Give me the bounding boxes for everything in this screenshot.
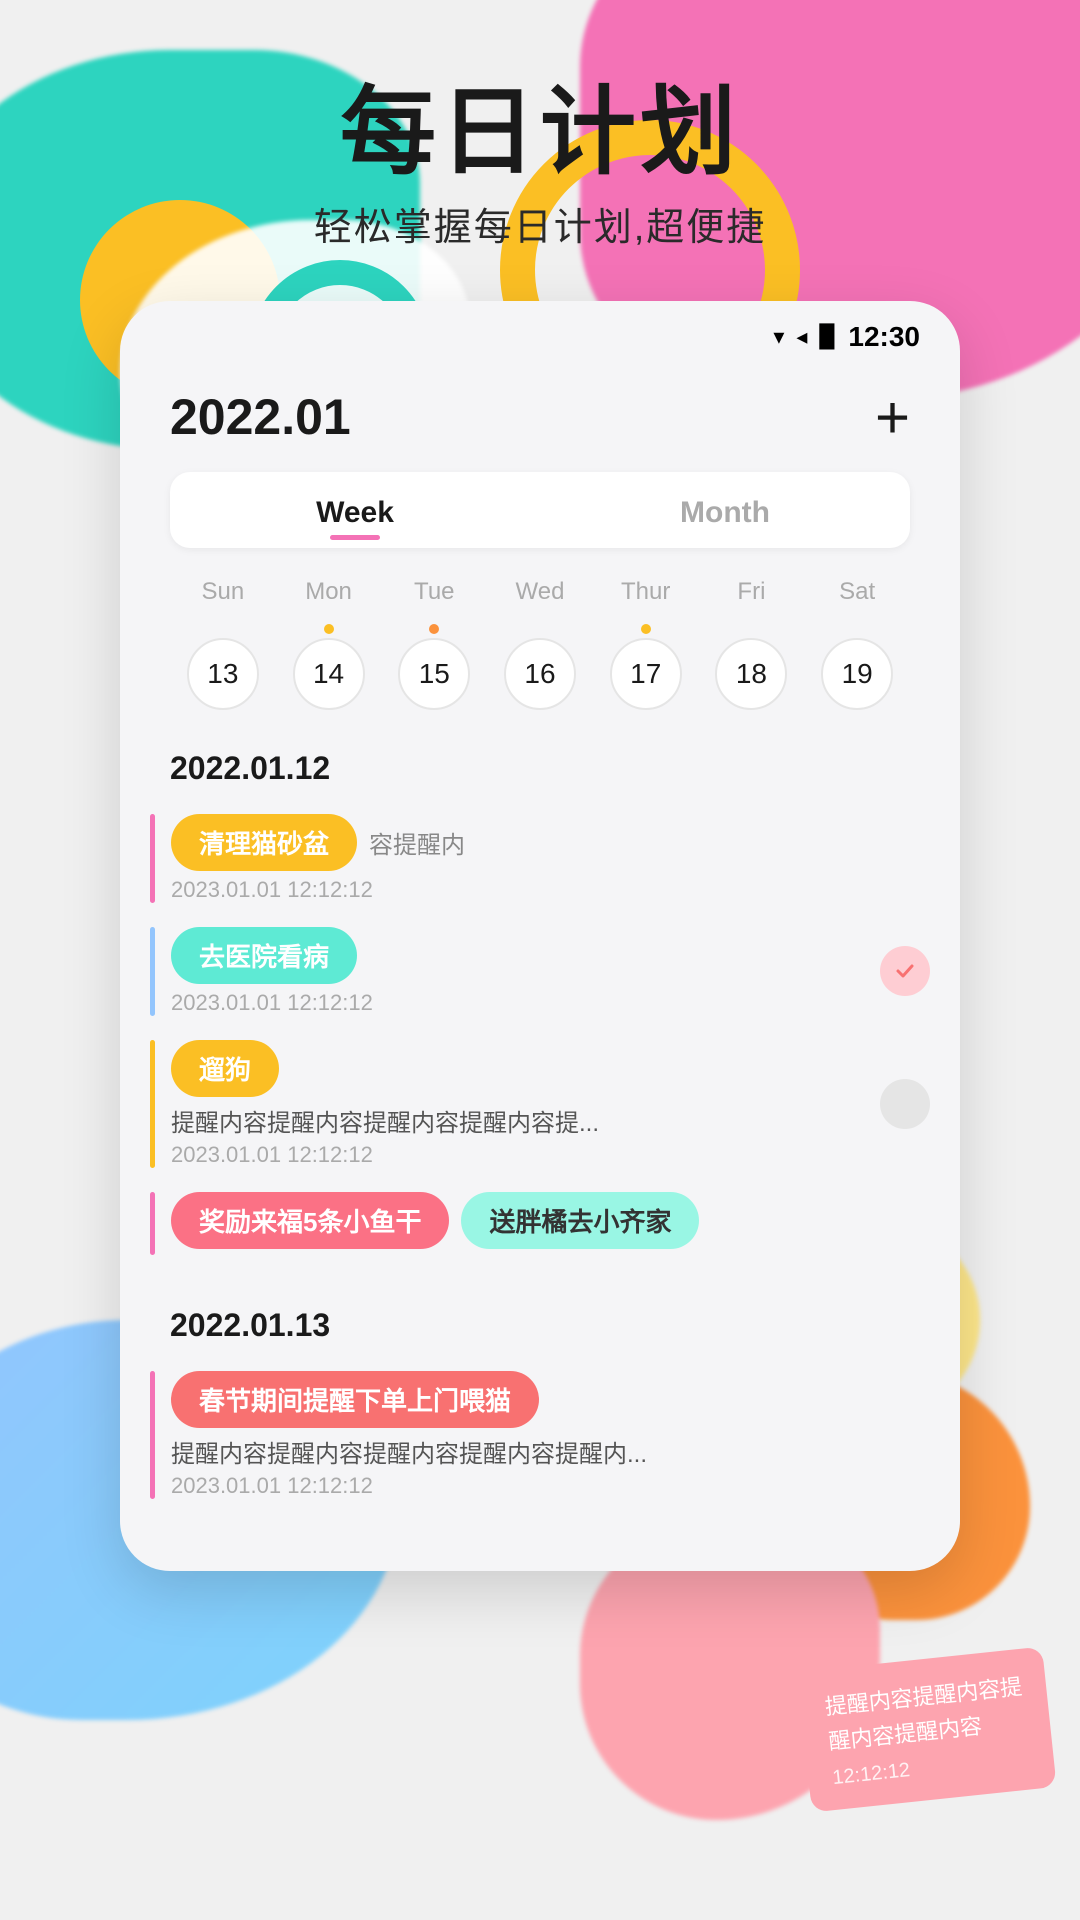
day-dot-13 [218,624,228,634]
task-tags-4: 奖励来福5条小鱼干 送胖橘去小齐家 [171,1192,930,1249]
day-cell-17[interactable]: 17 [593,624,699,710]
task-tags-3: 遛狗 [171,1040,864,1097]
tab-week-underline [330,535,380,540]
day-numbers-row: 13 14 15 16 17 18 19 [120,616,960,730]
day-header-mon: Mon [276,568,382,616]
tab-month[interactable]: Month [540,472,910,548]
day-cell-14[interactable]: 14 [276,624,382,710]
phone-card: ▾ ◂ ▉ 12:30 2022.01 + Week Month Sun Mon… [120,301,960,1571]
tab-week[interactable]: Week [170,472,540,548]
task-meta-1: 2023.01.01 12:12:12 [171,877,930,903]
day-headers-row: Sun Mon Tue Wed Thur Fri Sat [120,558,960,616]
day-number-18: 18 [715,638,787,710]
task-tag-3-1: 遛狗 [171,1040,279,1097]
task-line-2 [150,927,155,1016]
day-number-15: 15 [398,638,470,710]
day-cell-18[interactable]: 18 [699,624,805,710]
bottom-strip: 提醒内容提醒内容提醒内容提醒内容 12:12:12 [797,1646,1056,1812]
tab-week-label: Week [316,496,394,529]
task-line-1 [150,814,155,903]
task-content-1: 清理猫砂盆 容提醒内 2023.01.01 12:12:12 [171,814,930,903]
task-check-icon-2 [880,946,930,996]
task-tag-5-1: 春节期间提醒下单上门喂猫 [171,1371,539,1428]
day-cell-19[interactable]: 19 [804,624,910,710]
checkmark-icon [893,959,917,983]
task-check-empty-3 [880,1079,930,1129]
day-cell-16[interactable]: 16 [487,624,593,710]
calendar-header: 2022.01 + [120,363,960,462]
day-header-tue: Tue [381,568,487,616]
task-content-2: 去医院看病 2023.01.01 12:12:12 [171,927,864,1016]
task-line-5 [150,1371,155,1499]
view-tabs: Week Month [170,472,910,548]
task-tag-4-2: 送胖橘去小齐家 [461,1192,699,1249]
section-date-1: 2022.01.12 [120,730,960,802]
day-header-sat: Sat [804,568,910,616]
task-tags-5: 春节期间提醒下单上门喂猫 [171,1371,930,1428]
day-number-14: 14 [293,638,365,710]
task-row-2[interactable]: 去医院看病 2023.01.01 12:12:12 [120,915,960,1028]
task-row-5[interactable]: 春节期间提醒下单上门喂猫 提醒内容提醒内容提醒内容提醒内容提醒内... 2023… [120,1359,960,1511]
task-meta-3: 2023.01.01 12:12:12 [171,1142,864,1168]
calendar-current-date: 2022.01 [170,388,351,446]
task-content-5: 春节期间提醒下单上门喂猫 提醒内容提醒内容提醒内容提醒内容提醒内... 2023… [171,1371,930,1499]
task-tag-1-1: 清理猫砂盆 [171,814,357,871]
signal-icon: ◂ [796,324,807,350]
status-bar: ▾ ◂ ▉ 12:30 [120,301,960,363]
day-dot-18 [746,624,756,634]
day-dot-14 [324,624,334,634]
day-header-sun: Sun [170,568,276,616]
day-header-fri: Fri [699,568,805,616]
task-row-4[interactable]: 奖励来福5条小鱼干 送胖橘去小齐家 [120,1180,960,1267]
add-event-button[interactable]: + [875,383,910,452]
task-tag-2-1: 去医院看病 [171,927,357,984]
task-list-section-1: 清理猫砂盆 容提醒内 2023.01.01 12:12:12 去医院看病 202… [120,802,960,1287]
task-tag-1-overflow: 容提醒内 [369,825,465,860]
task-tag-4-1: 奖励来福5条小鱼干 [171,1192,449,1249]
task-meta-5: 2023.01.01 12:12:12 [171,1473,930,1499]
task-desc-5: 提醒内容提醒内容提醒内容提醒内容提醒内... [171,1434,930,1469]
battery-icon: ▉ [819,324,836,350]
task-content-4: 奖励来福5条小鱼干 送胖橘去小齐家 [171,1192,930,1255]
day-cell-13[interactable]: 13 [170,624,276,710]
header: 每日计划 轻松掌握每日计划,超便捷 [0,0,1080,271]
task-list-section-2: 春节期间提醒下单上门喂猫 提醒内容提醒内容提醒内容提醒内容提醒内... 2023… [120,1359,960,1531]
day-cell-15[interactable]: 15 [381,624,487,710]
app-title: 每日计划 [0,80,1080,186]
day-number-13: 13 [187,638,259,710]
day-header-wed: Wed [487,568,593,616]
wifi-icon: ▾ [773,324,784,350]
bottom-strip-text: 提醒内容提醒内容提醒内容提醒内容 [823,1669,1027,1760]
bottom-spacer [120,1531,960,1571]
day-dot-15 [429,624,439,634]
task-row-3[interactable]: 遛狗 提醒内容提醒内容提醒内容提醒内容提... 2023.01.01 12:12… [120,1028,960,1180]
task-row-1[interactable]: 清理猫砂盆 容提醒内 2023.01.01 12:12:12 [120,802,960,915]
app-subtitle: 轻松掌握每日计划,超便捷 [0,196,1080,251]
day-dot-17 [641,624,651,634]
day-dot-19 [852,624,862,634]
section-date-2: 2022.01.13 [120,1287,960,1359]
task-line-3 [150,1040,155,1168]
tab-month-label: Month [680,496,770,529]
task-tags-2: 去医院看病 [171,927,864,984]
task-meta-2: 2023.01.01 12:12:12 [171,990,864,1016]
day-number-17: 17 [610,638,682,710]
task-tags-1: 清理猫砂盆 容提醒内 [171,814,930,871]
day-dot-16 [535,624,545,634]
day-number-16: 16 [504,638,576,710]
day-number-19: 19 [821,638,893,710]
task-desc-3: 提醒内容提醒内容提醒内容提醒内容提... [171,1103,864,1138]
status-time: 12:30 [848,321,920,353]
task-line-4 [150,1192,155,1255]
day-header-thur: Thur [593,568,699,616]
task-content-3: 遛狗 提醒内容提醒内容提醒内容提醒内容提... 2023.01.01 12:12… [171,1040,864,1168]
